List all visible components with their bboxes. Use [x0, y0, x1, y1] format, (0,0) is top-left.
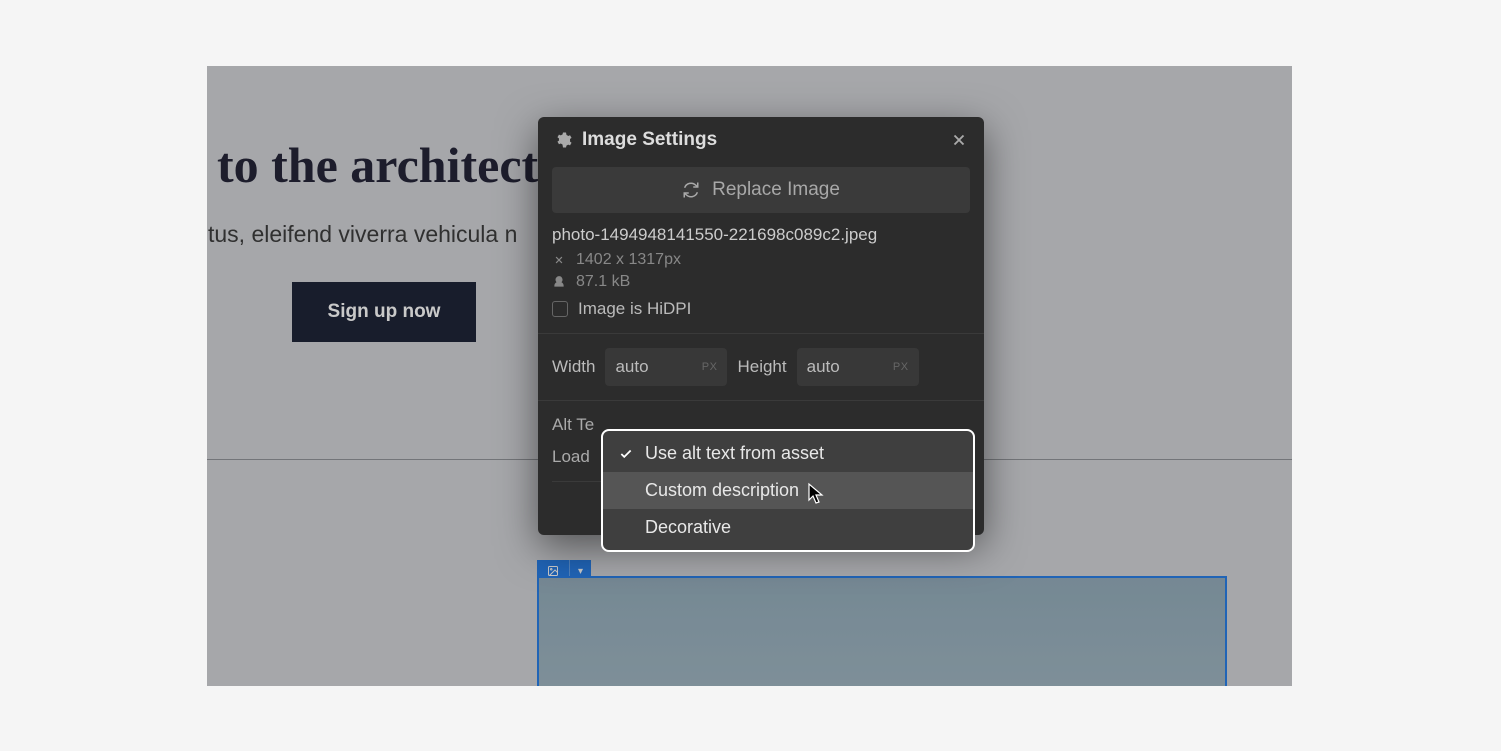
dimensions-value: 1402 x 1317px [576, 251, 681, 269]
width-unit: PX [702, 361, 718, 373]
dropdown-option-custom-description[interactable]: Custom description [603, 472, 973, 509]
height-label: Height [737, 357, 786, 377]
dimensions-row: 1402 x 1317px [552, 251, 970, 269]
width-input[interactable]: auto PX [605, 348, 727, 386]
gear-icon [554, 131, 572, 149]
dropdown-option-label: Custom description [645, 480, 799, 501]
load-label: Load [552, 447, 608, 467]
dropdown-option-label: Decorative [645, 517, 731, 538]
panel-title: Image Settings [582, 129, 940, 151]
image-meta: photo-1494948141550-221698c089c2.jpeg 14… [538, 225, 984, 334]
width-label: Width [552, 357, 595, 377]
panel-header: Image Settings [538, 117, 984, 163]
height-unit: PX [893, 361, 909, 373]
page-heading: to the architect [217, 136, 538, 194]
filesize-row: 87.1 kB [552, 273, 970, 291]
dimensions-icon [552, 253, 566, 267]
filename-text: photo-1494948141550-221698c089c2.jpeg [552, 225, 970, 245]
hidpi-label: Image is HiDPI [578, 299, 691, 319]
dropdown-option-label: Use alt text from asset [645, 443, 824, 464]
check-icon [617, 447, 635, 461]
alt-text-label: Alt Te [552, 415, 608, 435]
dropdown-option-use-asset-alt[interactable]: Use alt text from asset [603, 435, 973, 472]
selected-image-element[interactable] [537, 576, 1227, 686]
hidpi-checkbox[interactable] [552, 301, 568, 317]
width-value: auto [615, 357, 648, 377]
close-icon[interactable] [950, 131, 968, 149]
refresh-icon [682, 181, 700, 199]
height-input[interactable]: auto PX [797, 348, 919, 386]
replace-image-label: Replace Image [712, 179, 840, 201]
dropdown-option-decorative[interactable]: Decorative [603, 509, 973, 546]
filesize-value: 87.1 kB [576, 273, 630, 291]
replace-image-button[interactable]: Replace Image [552, 167, 970, 213]
alt-text-dropdown[interactable]: Use alt text from asset Custom descripti… [601, 429, 975, 552]
page-subtext: tus, eleifend viverra vehicula n [208, 221, 517, 248]
height-value: auto [807, 357, 840, 377]
filesize-icon [552, 275, 566, 289]
signup-button[interactable]: Sign up now [292, 282, 476, 342]
size-inputs-row: Width auto PX Height auto PX [538, 334, 984, 401]
hidpi-row: Image is HiDPI [552, 299, 970, 319]
